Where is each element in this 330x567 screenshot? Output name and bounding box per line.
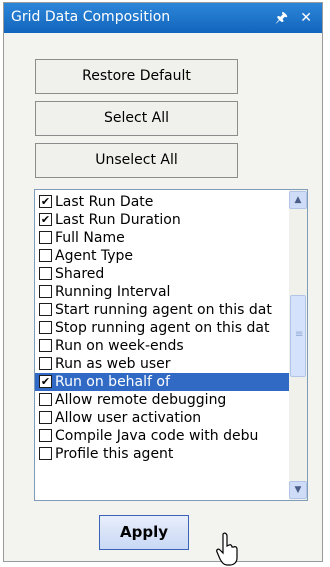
checkbox-checked[interactable]: ✔: [39, 195, 52, 208]
checklist-item[interactable]: Run as web user: [35, 355, 291, 373]
column-checklist[interactable]: ✔ Last Run Date ✔ Last Run Duration Full Nam…: [34, 189, 308, 501]
checkbox-unchecked[interactable]: [39, 393, 52, 406]
close-icon[interactable]: ✕: [300, 9, 312, 27]
scroll-down-button[interactable]: ▼: [289, 481, 307, 499]
checkbox-unchecked[interactable]: [39, 339, 52, 352]
panel-title: Grid Data Composition: [11, 9, 171, 25]
apply-button[interactable]: Apply: [99, 515, 189, 550]
checklist-item-label: Run as web user: [55, 356, 171, 372]
checkbox-checked[interactable]: ✔: [39, 375, 52, 388]
checkbox-unchecked[interactable]: [39, 231, 52, 244]
checklist-item-label: Stop running agent on this dat: [55, 320, 270, 336]
unselect-all-button[interactable]: Unselect All: [35, 143, 238, 178]
checkbox-unchecked[interactable]: [39, 429, 52, 442]
pin-icon[interactable]: 🖈: [275, 9, 288, 27]
checklist-item[interactable]: Shared: [35, 265, 291, 283]
scroll-thumb[interactable]: ≡: [290, 295, 306, 377]
checklist-item[interactable]: Allow user activation: [35, 409, 291, 427]
checkbox-unchecked[interactable]: [39, 447, 52, 460]
checkbox-unchecked[interactable]: [39, 321, 52, 334]
checklist-item-label: Run on week-ends: [55, 338, 184, 354]
checkbox-unchecked[interactable]: [39, 249, 52, 262]
checklist-item[interactable]: Run on week-ends: [35, 337, 291, 355]
checklist-item[interactable]: Agent Type: [35, 247, 291, 265]
checklist-item[interactable]: Running Interval: [35, 283, 291, 301]
checkbox-unchecked[interactable]: [39, 267, 52, 280]
vertical-scrollbar[interactable]: ▲ ≡ ▼: [289, 190, 307, 500]
checklist-item[interactable]: Compile Java code with debu: [35, 427, 291, 445]
checklist-item[interactable]: ✔ Last Run Duration: [35, 211, 291, 229]
checklist-item-label: Agent Type: [55, 248, 134, 264]
grid-data-composition-panel: Grid Data Composition 🖈 ✕ Restore Defaul…: [3, 2, 323, 562]
checkbox-unchecked[interactable]: [39, 357, 52, 370]
restore-default-button[interactable]: Restore Default: [35, 59, 238, 94]
grip-icon: ≡: [295, 329, 304, 340]
select-all-button[interactable]: Select All: [35, 101, 238, 136]
checklist-item-label: Running Interval: [55, 284, 171, 300]
mouse-cursor-icon: [216, 532, 238, 566]
checklist-item-label: Allow user activation: [55, 410, 202, 426]
checklist-item[interactable]: Profile this agent: [35, 445, 291, 463]
checklist-item-label: Profile this agent: [55, 446, 174, 462]
checklist-item[interactable]: Stop running agent on this dat: [35, 319, 291, 337]
checklist-item-label: Run on behalf of: [55, 374, 170, 390]
checklist-item-label: Shared: [55, 266, 105, 282]
checklist-item-label: Last Run Duration: [55, 212, 181, 228]
checkbox-checked[interactable]: ✔: [39, 213, 52, 226]
checklist-item-label: Compile Java code with debu: [55, 428, 259, 444]
checklist-item[interactable]: Full Name: [35, 229, 291, 247]
title-bar[interactable]: Grid Data Composition 🖈 ✕: [4, 3, 322, 33]
scroll-up-button[interactable]: ▲: [289, 191, 307, 209]
checklist-item-label: Last Run Date: [55, 194, 154, 210]
checklist-item[interactable]: ✔ Run on behalf of: [35, 373, 291, 391]
checklist-item[interactable]: Start running agent on this dat: [35, 301, 291, 319]
checklist-item-label: Start running agent on this dat: [55, 302, 272, 318]
checkbox-unchecked[interactable]: [39, 411, 52, 424]
checkbox-unchecked[interactable]: [39, 285, 52, 298]
checklist-item[interactable]: Allow remote debugging: [35, 391, 291, 409]
checklist-item[interactable]: ✔ Last Run Date: [35, 193, 291, 211]
checklist-items: ✔ Last Run Date ✔ Last Run Duration Full Nam…: [35, 193, 291, 463]
checklist-item-label: Full Name: [55, 230, 125, 246]
checkbox-unchecked[interactable]: [39, 303, 52, 316]
checklist-item-label: Allow remote debugging: [55, 392, 227, 408]
